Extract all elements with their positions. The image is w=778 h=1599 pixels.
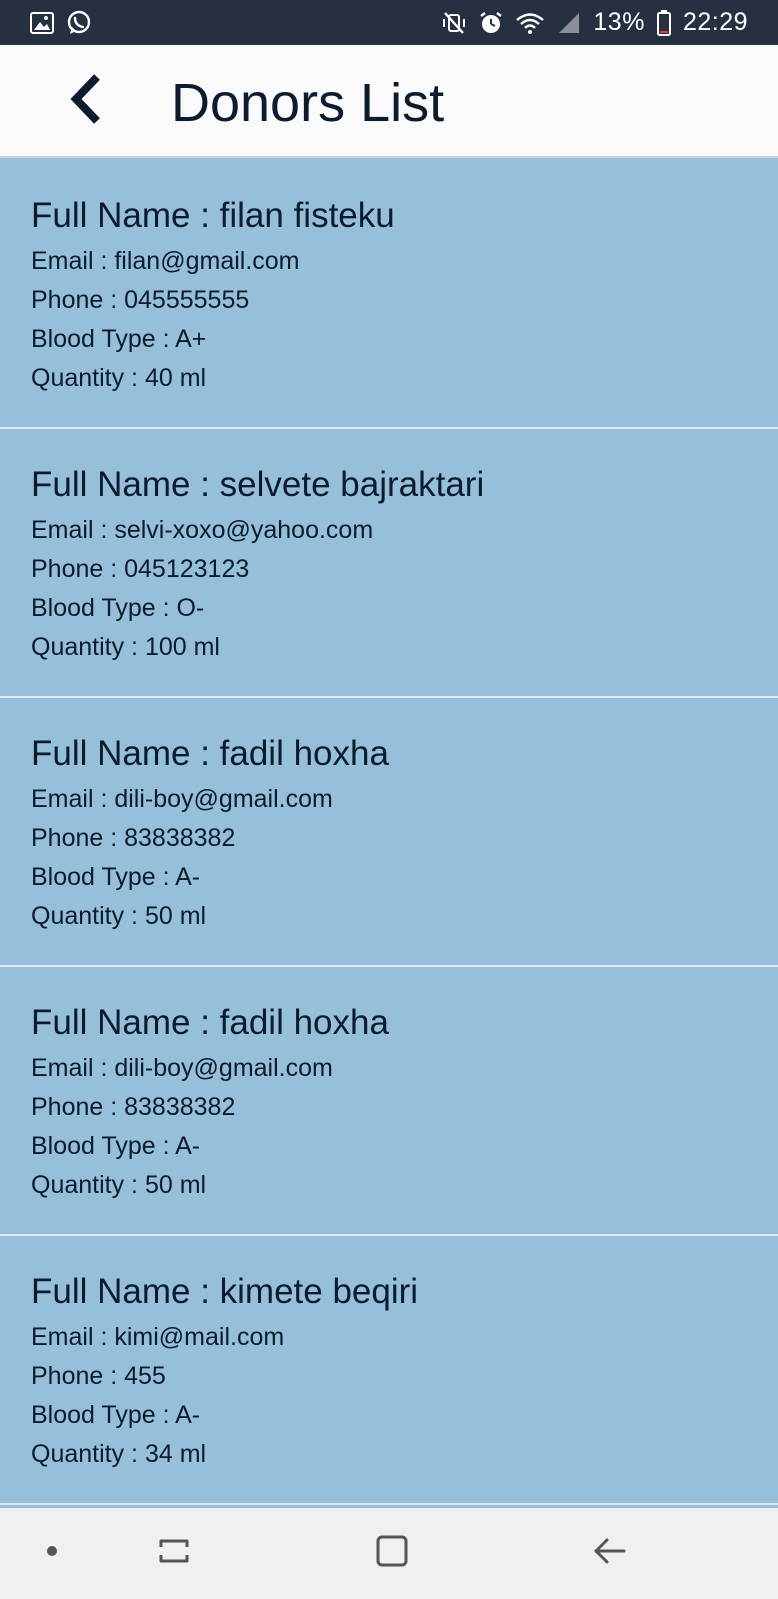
- donor-card[interactable]: Full Name : selvete bajraktari Email : s…: [0, 429, 778, 698]
- donor-full-name: Full Name : kimete beqiri: [31, 1272, 419, 1311]
- whatsapp-icon: [66, 10, 92, 36]
- recent-apps-button[interactable]: [129, 1508, 219, 1599]
- donor-quantity: Quantity : 40 ml: [31, 364, 207, 392]
- donor-phone: Phone : 83838382: [31, 824, 236, 852]
- home-button[interactable]: [347, 1508, 437, 1599]
- donor-full-name: Full Name : fadil hoxha: [31, 1003, 389, 1042]
- donor-email: Email : selvi-xoxo@yahoo.com: [31, 516, 374, 544]
- donor-blood-type: Blood Type : O-: [31, 594, 205, 622]
- back-arrow-icon: [593, 1534, 627, 1573]
- donor-blood-type: Blood Type : A+: [31, 325, 207, 353]
- recent-apps-icon: [157, 1534, 191, 1573]
- donor-email: Email : kimi@mail.com: [31, 1323, 285, 1351]
- gallery-icon: [30, 11, 54, 34]
- back-nav-button[interactable]: [565, 1508, 655, 1599]
- battery-icon: [656, 9, 671, 36]
- donor-email: Email : dili-boy@gmail.com: [31, 1054, 333, 1082]
- donor-card[interactable]: Full Name : fadil hoxha Email : dili-boy…: [0, 698, 778, 967]
- status-bar: 13% 22:29: [0, 0, 778, 45]
- system-nav-bar: [0, 1508, 778, 1599]
- donor-quantity: Quantity : 34 ml: [31, 1440, 207, 1468]
- donor-phone: Phone : 83838382: [31, 1093, 236, 1121]
- battery-percent: 13%: [593, 8, 645, 36]
- donor-card[interactable]: Full Name : kimete beqiri Email : kimi@m…: [0, 1236, 778, 1505]
- clock: 22:29: [682, 8, 748, 36]
- donor-blood-type: Blood Type : A-: [31, 1401, 201, 1429]
- donor-phone: Phone : 045123123: [31, 555, 250, 583]
- donor-full-name: Full Name : selvete bajraktari: [31, 465, 485, 504]
- donor-blood-type: Blood Type : A-: [31, 863, 201, 891]
- page-title: Donors List: [171, 73, 445, 133]
- chevron-left-icon: [67, 73, 107, 130]
- signal-icon: [557, 11, 581, 35]
- donor-blood-type: Blood Type : A-: [31, 1132, 201, 1160]
- donor-quantity: Quantity : 50 ml: [31, 902, 207, 930]
- donor-card[interactable]: Full Name : fadil hoxha Email : dili-boy…: [0, 967, 778, 1236]
- donor-email: Email : filan@gmail.com: [31, 247, 300, 275]
- mute-vibrate-icon: [441, 11, 467, 35]
- nav-dot-button[interactable]: [7, 1508, 97, 1599]
- donor-card[interactable]: Full Name : filan fisteku Email : filan@…: [0, 160, 778, 429]
- home-icon: [375, 1534, 409, 1573]
- back-button[interactable]: [55, 65, 119, 137]
- status-left-icons: [30, 10, 92, 36]
- wifi-icon: [515, 11, 545, 35]
- nav-dot-icon: [45, 1544, 59, 1563]
- donor-quantity: Quantity : 100 ml: [31, 633, 220, 661]
- donor-list[interactable]: Full Name : filan fisteku Email : filan@…: [0, 160, 778, 1505]
- donor-quantity: Quantity : 50 ml: [31, 1171, 207, 1199]
- alarm-icon: [479, 11, 503, 35]
- donor-phone: Phone : 045555555: [31, 286, 250, 314]
- status-right-icons: 13% 22:29: [441, 8, 748, 37]
- donor-full-name: Full Name : fadil hoxha: [31, 734, 389, 773]
- app-bar: Donors List: [0, 45, 778, 158]
- donor-email: Email : dili-boy@gmail.com: [31, 785, 333, 813]
- donor-phone: Phone : 455: [31, 1362, 166, 1390]
- donor-full-name: Full Name : filan fisteku: [31, 196, 395, 235]
